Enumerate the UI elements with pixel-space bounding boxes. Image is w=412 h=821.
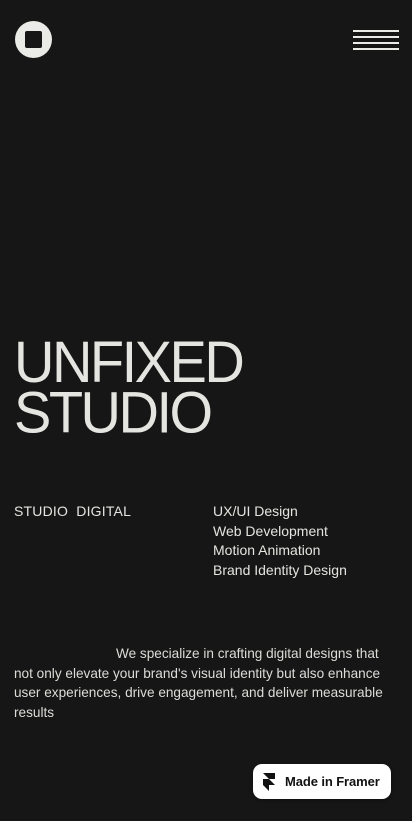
- hero-title-line-2: STUDIO: [14, 379, 213, 446]
- service-item: Brand Identity Design: [213, 562, 347, 579]
- menu-line: [353, 42, 399, 44]
- menu-line: [353, 30, 399, 32]
- studio-label: STUDIO DIGITAL: [14, 503, 132, 519]
- hero-title: UNFIXED STUDIO: [14, 332, 245, 446]
- service-item: Web Development: [213, 522, 328, 539]
- services-list: UX/UI Design Web Development Motion Anim…: [213, 502, 347, 581]
- logo-square: [25, 31, 42, 48]
- service-item: UX/UI Design: [213, 503, 298, 519]
- menu-line: [353, 36, 399, 38]
- framer-logo-icon: [263, 772, 275, 791]
- made-in-framer-label: Made in Framer: [285, 774, 380, 789]
- menu-line: [353, 48, 399, 50]
- service-item: Motion Animation: [213, 542, 321, 559]
- hamburger-menu-icon[interactable]: [353, 30, 399, 50]
- made-in-framer-badge[interactable]: Made in Framer: [253, 764, 391, 799]
- logo-icon[interactable]: [15, 21, 52, 58]
- intro-paragraph: We specialize in crafting digital design…: [14, 646, 383, 720]
